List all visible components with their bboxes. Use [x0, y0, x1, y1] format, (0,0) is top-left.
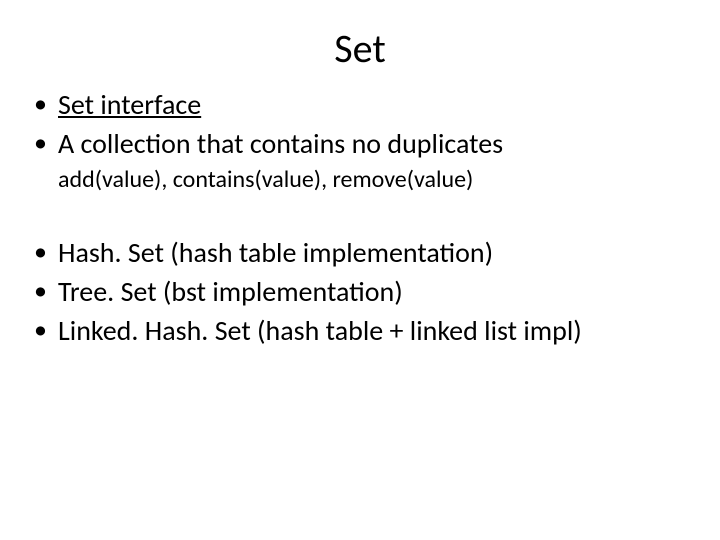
bullet-item-description: A collection that contains no duplicates — [30, 126, 690, 161]
spacer — [30, 203, 690, 231]
bullet-item-linkedhashset: Linked. Hash. Set (hash table + linked l… — [30, 313, 690, 348]
bullet-list-implementations: Hash. Set (hash table implementation) Tr… — [30, 235, 690, 348]
bullet-list: Set interface A collection that contains… — [30, 87, 690, 161]
bullet-item-set-interface: Set interface — [30, 87, 690, 122]
bullet-item-hashset: Hash. Set (hash table implementation) — [30, 235, 690, 270]
slide-content: Set interface A collection that contains… — [0, 87, 720, 348]
slide: Set Set interface A collection that cont… — [0, 0, 720, 540]
sub-item-methods: add(value), contains(value), remove(valu… — [30, 165, 690, 195]
slide-title: Set — [0, 0, 720, 83]
bullet-item-treeset: Tree. Set (bst implementation) — [30, 274, 690, 309]
set-interface-link[interactable]: Set interface — [58, 87, 201, 122]
